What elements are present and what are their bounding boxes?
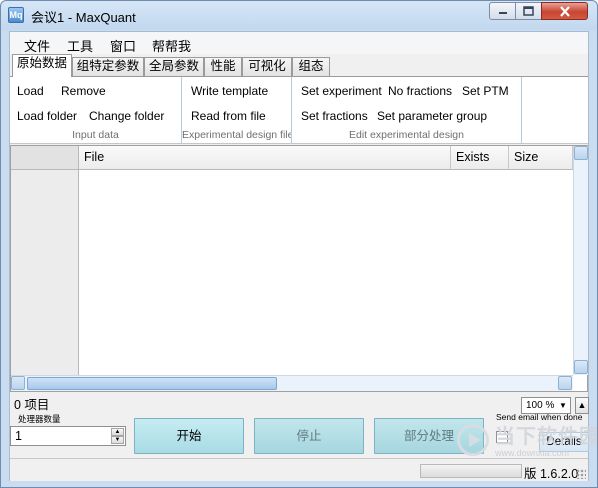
menu-help[interactable]: 帮帮我 bbox=[152, 36, 191, 55]
tab-global-parameters[interactable]: 全局参数 bbox=[144, 57, 204, 76]
item-count: 0 项目 bbox=[14, 398, 50, 412]
threads-value: 1 bbox=[15, 429, 22, 443]
arrow-up-icon: ▲ bbox=[577, 400, 587, 410]
raw-files-table[interactable]: File Exists Size bbox=[10, 145, 588, 392]
titlebar[interactable]: Mq 会议1 - MaxQuant bbox=[1, 1, 597, 29]
column-header-file[interactable]: File bbox=[79, 146, 451, 170]
tab-group-specific[interactable]: 组特定参数 bbox=[72, 57, 144, 76]
edit-experimental-design-label: Edit experimental design bbox=[349, 129, 464, 141]
zoom-value: 100 % bbox=[526, 400, 555, 411]
scroll-up-arrow[interactable] bbox=[574, 146, 588, 160]
tab-configuration[interactable]: 组态 bbox=[292, 57, 330, 76]
experimental-design-label: Experimental design file bbox=[182, 129, 291, 141]
menu-tools[interactable]: 工具 bbox=[67, 36, 93, 55]
client-area: 文件 工具 窗口 帮帮我 原始数据 组特定参数 全局参数 性能 可视化 组态 L… bbox=[9, 31, 589, 481]
maximize-icon bbox=[523, 6, 534, 16]
minimize-button[interactable] bbox=[489, 2, 516, 20]
threads-stepper[interactable]: 1 ▲ ▼ bbox=[10, 426, 126, 446]
maximize-button[interactable] bbox=[515, 2, 542, 20]
ribbon: Load Remove Load folder Change folder In… bbox=[10, 76, 588, 144]
horizontal-scroll-thumb[interactable] bbox=[27, 377, 277, 390]
chevron-down-icon: ▼ bbox=[559, 401, 567, 410]
scroll-right-arrow[interactable] bbox=[558, 376, 572, 390]
set-experiment-button[interactable]: Set experiment bbox=[300, 80, 383, 100]
scroll-down-arrow[interactable] bbox=[574, 360, 588, 374]
load-button[interactable]: Load bbox=[16, 80, 45, 100]
partial-processing-button[interactable]: 部分处理 bbox=[374, 418, 484, 454]
maxquant-app-icon: Mq bbox=[8, 7, 24, 23]
experimental-design-group: Write template Read from file Experiment… bbox=[182, 77, 292, 144]
tab-performance[interactable]: 性能 bbox=[204, 57, 242, 76]
close-button[interactable] bbox=[541, 2, 588, 20]
status-bar: 版 1.6.2.0 bbox=[10, 458, 588, 481]
threads-down-button[interactable]: ▼ bbox=[111, 436, 124, 444]
set-parameter-group-button[interactable]: Set parameter group bbox=[376, 105, 488, 125]
tab-visualization[interactable]: 可视化 bbox=[242, 57, 292, 76]
main-window: Mq 会议1 - MaxQuant 文件 工具 窗口 帮帮我 原始数据 组特定参… bbox=[0, 0, 598, 488]
menu-window[interactable]: 窗口 bbox=[110, 36, 136, 55]
send-email-label: Send email when done bbox=[496, 412, 583, 422]
column-header-size[interactable]: Size bbox=[509, 146, 573, 170]
change-folder-button[interactable]: Change folder bbox=[88, 105, 165, 125]
menubar: 文件 工具 窗口 帮帮我 bbox=[10, 32, 588, 54]
minimize-icon bbox=[498, 12, 507, 14]
read-from-file-button[interactable]: Read from file bbox=[190, 105, 267, 125]
menu-file[interactable]: 文件 bbox=[24, 36, 50, 55]
row-header-column bbox=[11, 146, 79, 375]
tab-strip: 原始数据 组特定参数 全局参数 性能 可视化 组态 bbox=[10, 54, 588, 77]
column-header-exists[interactable]: Exists bbox=[451, 146, 509, 170]
start-button[interactable]: 开始 bbox=[134, 418, 244, 454]
input-data-group: Load Remove Load folder Change folder In… bbox=[10, 77, 182, 144]
scroll-left-arrow[interactable] bbox=[11, 376, 25, 390]
tab-raw-data[interactable]: 原始数据 bbox=[12, 54, 72, 77]
threads-up-button[interactable]: ▲ bbox=[111, 428, 124, 436]
write-template-button[interactable]: Write template bbox=[190, 80, 269, 100]
close-icon bbox=[559, 5, 570, 17]
send-email-checkbox[interactable] bbox=[496, 431, 508, 443]
vertical-scrollbar[interactable] bbox=[573, 146, 588, 375]
input-data-label: Input data bbox=[72, 129, 119, 141]
threads-label: 处理器数量 bbox=[18, 414, 61, 424]
set-fractions-button[interactable]: Set fractions bbox=[300, 105, 369, 125]
remove-button[interactable]: Remove bbox=[60, 80, 107, 100]
progress-bar bbox=[420, 464, 522, 478]
resize-grip-icon[interactable] bbox=[576, 469, 586, 479]
load-folder-button[interactable]: Load folder bbox=[16, 105, 78, 125]
stop-button[interactable]: 停止 bbox=[254, 418, 364, 454]
horizontal-scrollbar[interactable] bbox=[11, 375, 573, 391]
no-fractions-button[interactable]: No fractions bbox=[387, 80, 453, 100]
edit-experimental-design-group: Set experiment No fractions Set PTM Set … bbox=[292, 77, 522, 144]
window-title: 会议1 - MaxQuant bbox=[31, 10, 136, 25]
set-ptm-button[interactable]: Set PTM bbox=[461, 80, 510, 100]
table-corner[interactable] bbox=[11, 146, 79, 170]
details-button[interactable]: Details bbox=[539, 432, 589, 452]
version-label: 版 1.6.2.0 bbox=[524, 467, 579, 481]
